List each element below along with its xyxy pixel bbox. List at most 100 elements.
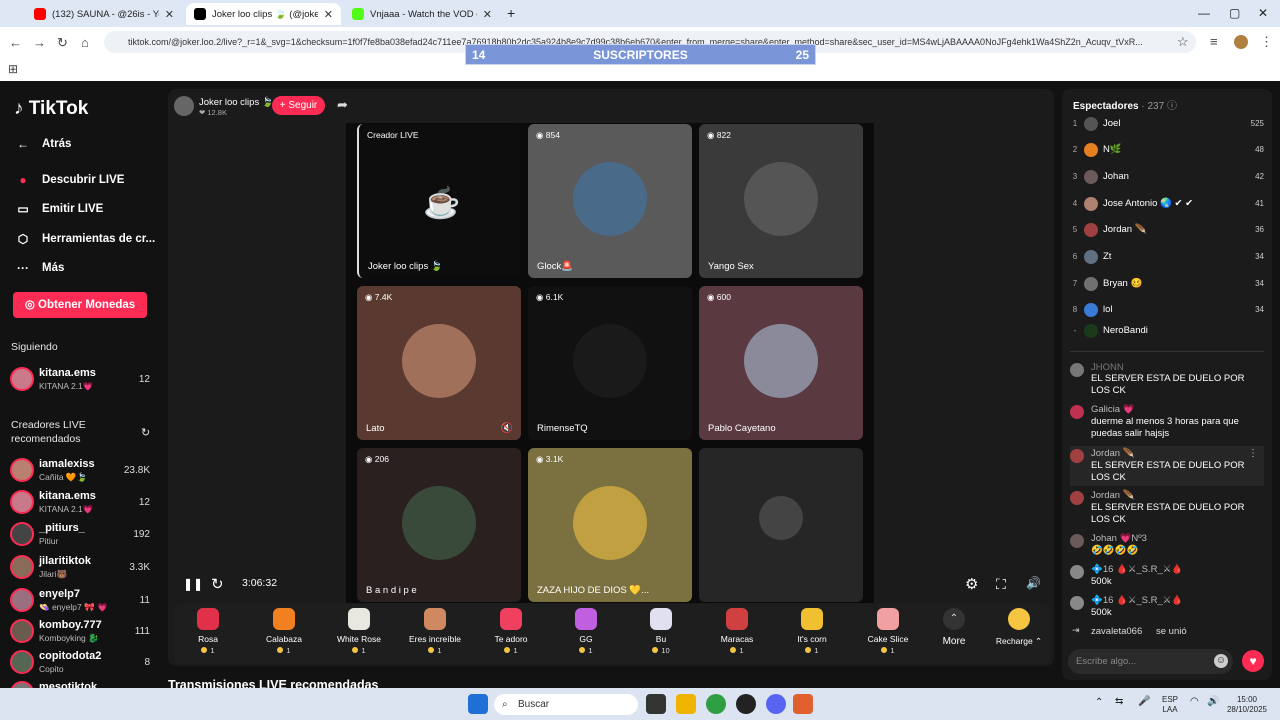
discord-icon[interactable] xyxy=(766,694,786,714)
refresh-icon[interactable]: ↻ xyxy=(141,426,150,439)
viewer-row[interactable]: 5 Jordan 🪶 36 xyxy=(1070,221,1266,241)
clock[interactable]: 15:00 28/10/2025 xyxy=(1222,695,1272,715)
pause-button[interactable]: ❚❚ xyxy=(183,577,203,591)
microphone-icon[interactable]: 🎤 xyxy=(1138,697,1150,707)
empty-guest-slot[interactable] xyxy=(699,448,863,602)
more-gifts-button[interactable]: ⌃ More xyxy=(919,608,989,647)
recommended-creator[interactable]: kitana.ems KITANA 2.1💗 12 xyxy=(10,488,152,518)
chat-message[interactable]: 💠16 🩸⚔_S.R_⚔🩸 500k xyxy=(1070,564,1264,590)
gift-item[interactable]: Eres increíble 1 xyxy=(400,608,470,655)
back-icon[interactable]: ← xyxy=(9,35,22,50)
viewer-row[interactable]: - NeroBandi xyxy=(1070,322,1266,342)
chat-message[interactable]: JHONN EL SERVER ESTA DE DUELO POR LOS CK xyxy=(1070,362,1264,398)
browser-tab-youtube[interactable]: (132) SAUNA - @26is - YouTube ✕ xyxy=(26,3,182,25)
gift-item[interactable]: It's corn 1 xyxy=(777,608,847,655)
file-explorer-icon[interactable] xyxy=(676,694,696,714)
gift-item[interactable]: Calabaza 1 xyxy=(249,608,319,655)
guest-tile[interactable]: ◉ 822 Yango Sex xyxy=(699,124,863,278)
windows-start-icon[interactable] xyxy=(468,694,488,714)
guest-tile-host[interactable]: Creador LIVE ☕ Joker loo clips 🍃 xyxy=(357,124,521,278)
gift-item[interactable]: Rosa 1 xyxy=(173,608,243,655)
maximize-icon[interactable]: ▢ xyxy=(1229,6,1240,20)
recharge-button[interactable]: Recharge ⌃ xyxy=(984,608,1054,647)
close-tab-icon[interactable]: ✕ xyxy=(165,8,174,21)
info-icon[interactable]: ⓘ xyxy=(1167,101,1177,112)
refresh-stream-button[interactable]: ↻ xyxy=(211,575,224,593)
nav-back[interactable]: ← Atrás xyxy=(14,137,71,151)
gift-item[interactable]: Te adoro 1 xyxy=(476,608,546,655)
chat-message[interactable]: Johan 💗Nº3 🤣🤣🤣🤣 xyxy=(1070,533,1264,559)
guest-tile[interactable]: ◉ 206 B a n d i p e xyxy=(357,448,521,602)
viewer-row[interactable]: 2 N🌿 48 xyxy=(1070,141,1266,161)
fullscreen-icon[interactable]: ⛶ xyxy=(996,576,1006,593)
nav-more[interactable]: ··· Más xyxy=(14,261,64,275)
app-icon[interactable] xyxy=(793,694,813,714)
guest-tile[interactable]: ◉ 854 Glock🚨 xyxy=(528,124,692,278)
close-tab-icon[interactable]: ✕ xyxy=(324,8,333,21)
chat-message[interactable]: Jordan 🪶 EL SERVER ESTA DE DUELO POR LOS … xyxy=(1070,490,1264,528)
network-icon[interactable]: ⇆ xyxy=(1115,697,1123,707)
browser-tab-kick[interactable]: Vnjaaa - Watch the VOD on Kick ✕ xyxy=(344,3,500,25)
chat-message[interactable]: 💠16 🩸⚔_S.R_⚔🩸 500k xyxy=(1070,595,1264,621)
minimize-icon[interactable]: — xyxy=(1198,6,1210,20)
get-coins-button[interactable]: ◎ Obtener Monedas xyxy=(13,292,147,318)
home-icon[interactable]: ⌂ xyxy=(81,35,89,50)
language-indicator[interactable]: ESP LAA xyxy=(1158,695,1182,715)
bookmark-star-icon[interactable]: ☆ xyxy=(1177,34,1189,50)
settings-gear-icon[interactable]: ⚙ xyxy=(965,575,978,593)
gift-item[interactable]: GG 1 xyxy=(551,608,621,655)
close-tab-icon[interactable]: ✕ xyxy=(483,8,492,21)
recommended-creator[interactable]: enyelp7 👒 enyelp7 🎀 💗 11 xyxy=(10,586,152,616)
forward-icon[interactable]: → xyxy=(33,35,46,50)
volume-tray-icon[interactable]: 🔊 xyxy=(1207,697,1219,707)
viewer-row[interactable]: 8 lol 34 xyxy=(1070,301,1266,321)
reading-list-icon[interactable]: ≡ xyxy=(1210,34,1218,49)
menu-icon[interactable]: ⋮ xyxy=(1260,34,1273,50)
viewer-row[interactable]: 3 Johan 42 xyxy=(1070,168,1266,188)
share-icon[interactable]: ➦ xyxy=(337,97,348,113)
guest-tile[interactable]: ◉ 6.1K RimenseTQ xyxy=(528,286,692,440)
guest-tile[interactable]: ◉ 600 Pablo Cayetano xyxy=(699,286,863,440)
chrome-icon[interactable] xyxy=(706,694,726,714)
task-view-icon[interactable] xyxy=(646,694,666,714)
gift-item[interactable]: Maracas 1 xyxy=(702,608,772,655)
viewer-row[interactable]: 1 Joel 525 xyxy=(1070,115,1266,135)
profile-avatar[interactable] xyxy=(1234,35,1248,49)
nav-discover-live[interactable]: ● Descubrir LIVE xyxy=(14,173,124,187)
recommended-creator[interactable]: iamalexiss Cañita 🧡🍃 23.8K xyxy=(10,456,152,486)
viewer-row[interactable]: 4 Jose Antonio 🌏 ✔ ✔ 41 xyxy=(1070,195,1266,215)
apps-grid-icon[interactable]: ⊞ xyxy=(8,62,18,76)
reload-icon[interactable]: ↻ xyxy=(57,35,68,51)
gift-item[interactable]: Cake Slice 1 xyxy=(853,608,923,655)
chat-message[interactable]: Jordan 🪶 EL SERVER ESTA DE DUELO POR LOS … xyxy=(1070,446,1264,486)
recommended-creator[interactable]: mesotiktok xyxy=(10,679,152,688)
nav-go-live[interactable]: ▭ Emitir LIVE xyxy=(14,202,103,216)
chat-message[interactable]: Galicia 💗 duerme al menos 3 horas para qu… xyxy=(1070,404,1264,442)
like-heart-button[interactable]: ♥ xyxy=(1242,650,1264,672)
guest-tile[interactable]: ◉ 7.4K Lato 🔇 xyxy=(357,286,521,440)
gift-item[interactable]: Bu 10 xyxy=(626,608,696,655)
gift-item[interactable]: White Rose 1 xyxy=(324,608,394,655)
close-window-icon[interactable]: ✕ xyxy=(1258,6,1268,20)
new-tab-button[interactable]: + xyxy=(507,5,515,21)
browser-tab-tiktok[interactable]: Joker loo clips 🍃 (@joker.l ✕ xyxy=(186,3,341,25)
recommended-creator[interactable]: jilaritiktok Jilari🐻 3.3K xyxy=(10,553,152,583)
viewer-row[interactable]: 7 Bryan 🥴 34 xyxy=(1070,275,1266,295)
recommended-creator[interactable]: komboy.777 Komboyking 🐉 111 xyxy=(10,617,152,647)
message-options-icon[interactable]: ⋮ xyxy=(1248,448,1258,459)
tray-chevron-icon[interactable]: ⌃ xyxy=(1095,698,1103,708)
guest-tile[interactable]: ◉ 3.1K ZAZA HIJO DE DIOS 💛... xyxy=(528,448,692,602)
follow-button[interactable]: + Seguir xyxy=(272,96,325,115)
emoji-icon[interactable]: ☺ xyxy=(1214,654,1228,668)
tiktok-logo[interactable]: ♪ TikTok xyxy=(14,98,88,120)
recommended-creator[interactable]: _pitiurs_ Pitiur 192 xyxy=(10,520,152,550)
nav-creator-tools[interactable]: ⬡ Herramientas de cr... xyxy=(14,232,155,246)
taskbar-search[interactable]: ⌕ Buscar xyxy=(494,694,638,715)
obs-icon[interactable] xyxy=(736,694,756,714)
volume-icon[interactable]: 🔊 xyxy=(1026,576,1041,590)
recommended-creator[interactable]: copitodota2 Copito 8 xyxy=(10,648,152,678)
chat-input[interactable]: Escribe algo... xyxy=(1068,649,1233,674)
following-item[interactable]: kitana.ems KITANA 2.1💗 12 xyxy=(10,365,152,395)
host-avatar[interactable] xyxy=(174,96,194,116)
wifi-icon[interactable]: ◠ xyxy=(1190,697,1199,707)
